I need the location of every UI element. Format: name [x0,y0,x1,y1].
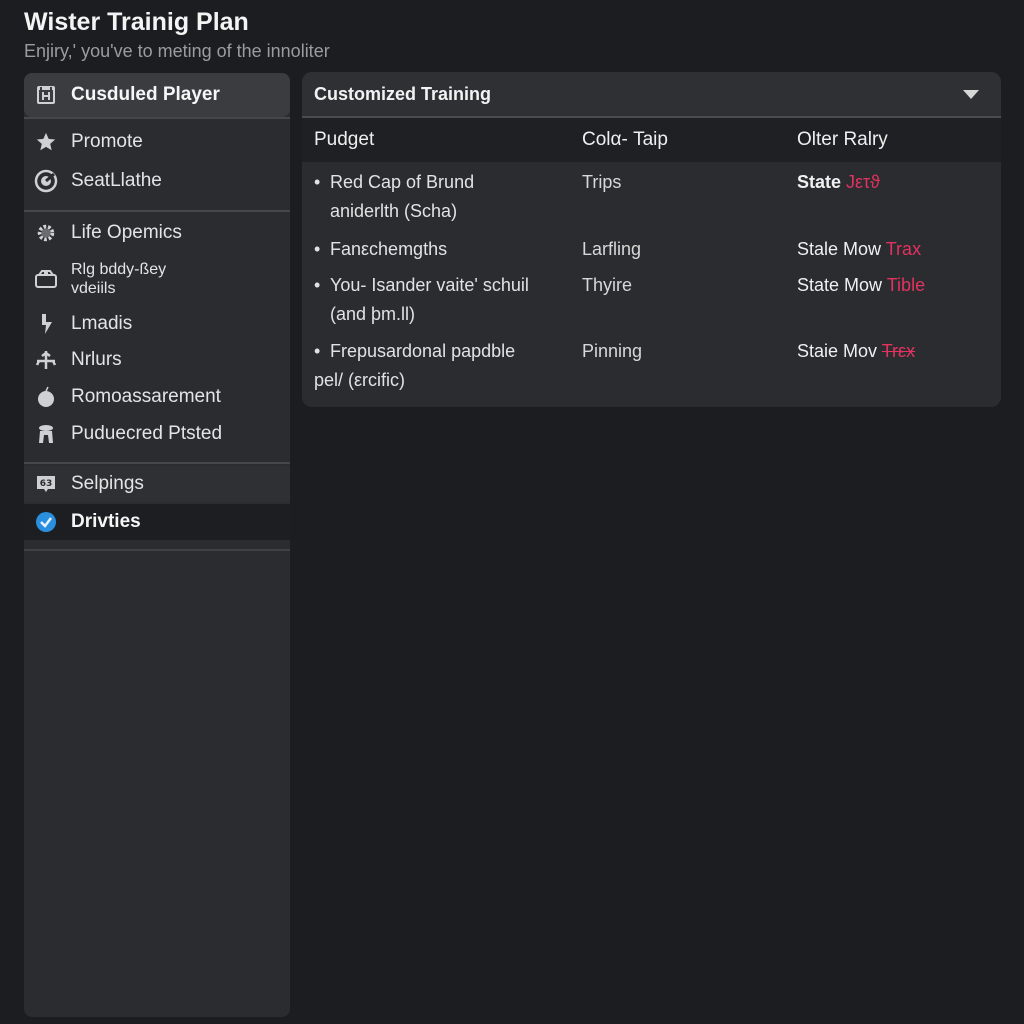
sidebar-divider [24,462,290,464]
status-text: Staie Mov [797,341,878,361]
svg-text:63: 63 [40,479,53,489]
cell-plan: • Red Cap of Brund aniderlth (Scha) [314,168,569,226]
table-header: Pudget Colα- Taip Olter Ralry [302,118,1001,162]
cell-text: (and þm.ll) [330,304,416,324]
table-row[interactable]: • You- Isander vaite' schuil (and þm.ll) … [302,271,1001,329]
sidebar-item-drivties[interactable]: Drivties [24,504,290,540]
table-row[interactable]: • Fanεchemgths Larfling Stale Mow Trax [302,235,1001,265]
sidebar-item-life-opemics[interactable]: Life Opemics [24,220,290,246]
sidebar-item-label: SeatLlathe [71,170,162,191]
cell-type: Larfling [582,239,642,259]
box-icon [34,267,58,291]
panel-title: Customized Training [314,83,492,104]
cell-plan: • Frepusardonal papdble pel/ (εrcific) [314,337,569,395]
sidebar-divider [24,549,290,551]
column-header[interactable]: Olter Ralry [797,129,888,151]
cell-text: Frepusardonal papdble [330,341,516,361]
cell-text: aniderlth (Scha) [330,201,458,221]
cell-type: Trips [582,172,622,192]
sidebar-item-label: Drivties [71,511,141,532]
column-header[interactable]: Colα- Taip [582,129,668,151]
cell-text: You- Isander vaite' schuil [330,275,529,295]
page-title: Wister Trainig Plan [24,8,249,36]
sidebar-item-romoassarement[interactable]: Romoassarement [24,384,290,410]
label-line: vdeiils [71,280,116,297]
sidebar-item-nrlurs[interactable]: Nrlurs [24,347,290,373]
gear-icon [34,221,58,245]
sidebar-item-promote[interactable]: Promote [24,129,290,155]
cell-text: Fanεchemgths [330,239,448,259]
table-row[interactable]: • Red Cap of Brund aniderlth (Scha) Trips… [302,168,1001,226]
sidebar-item-lmadis[interactable]: Lmadis [24,311,290,337]
sidebar-item-label: Selpings [71,473,144,494]
status-text: State [797,172,842,192]
star-icon [34,130,58,154]
label-line: Rlg bddy-ßey [71,261,167,278]
sidebar-item-label: Life Opemics [71,222,182,243]
badge-icon: 63 [34,472,58,496]
sidebar-item-label: Nrlurs [71,349,122,370]
sidebar: Cusduled Player Promote SeatLlathe Life … [24,73,290,1017]
sidebar-item-rig-body[interactable]: Rlg bddy-ßey vdeiils [24,259,290,299]
panel-header[interactable]: Customized Training [302,72,1001,118]
training-panel: Customized Training Pudget Colα- Taip Ol… [302,72,1001,407]
table-row[interactable]: • Frepusardonal papdble pel/ (εrcific) Pi… [302,337,1001,395]
status-accent: Trεx [881,341,916,361]
sidebar-item-scheduled-player[interactable]: Cusduled Player [24,73,290,117]
sidebar-item-seatllathe[interactable]: SeatLlathe [24,168,290,194]
status-accent: Jετϑ [846,172,881,192]
cell-plan: • Fanεchemgths [314,235,569,264]
sidebar-item-label: Promote [71,131,143,152]
target-icon [34,169,58,193]
app-window: Wister Trainig Plan Enjiry,' you've to m… [0,0,1024,1024]
column-header[interactable]: Pudget [314,129,374,151]
anchor-icon [34,348,58,372]
cell-type: Pinning [582,341,643,361]
bullet: • [314,275,321,295]
sidebar-item-puduecred-ptsted[interactable]: Puduecred Ptsted [24,421,290,447]
status-text: Stale Mow [797,239,882,259]
lightning-icon [34,312,58,336]
cell-text: pel/ (εrcific) [314,370,406,390]
cell-plan: • You- Isander vaite' schuil (and þm.ll) [314,271,569,329]
status-text: State Mow [797,275,883,295]
sidebar-item-label: Puduecred Ptsted [71,423,223,444]
cell-type: Thyire [582,275,633,295]
bullet: • [314,239,321,259]
cell-status: State Jετϑ [797,168,880,197]
caret-down-icon[interactable] [963,90,979,99]
cell-status: Stale Mow Trax [797,235,921,264]
sidebar-item-label: Cusduled Player [71,84,220,105]
cell-text: Red Cap of Brund [330,172,475,192]
sidebar-item-label: Romoassarement [71,386,221,407]
apple-icon [34,385,58,409]
check-circle-icon [34,510,58,534]
sidebar-item-selpings[interactable]: 63 Selpings [24,466,290,502]
bullet: • [314,341,321,361]
sidebar-item-label: Rlg bddy-ßey vdeiils [71,260,166,298]
status-accent: Trax [885,239,922,259]
bullet: • [314,172,321,192]
sidebar-divider [24,117,290,119]
sidebar-item-label: Lmadis [71,313,133,334]
cell-status: State Mow Tible [797,271,925,300]
figure-icon [34,422,58,446]
page-subtitle: Enjiry,' you've to meting of the innolit… [24,41,330,61]
sidebar-divider [24,210,290,212]
cell-status: Staie Mov Trεx [797,337,915,366]
calendar-icon [34,83,58,107]
status-accent: Tible [886,275,926,295]
